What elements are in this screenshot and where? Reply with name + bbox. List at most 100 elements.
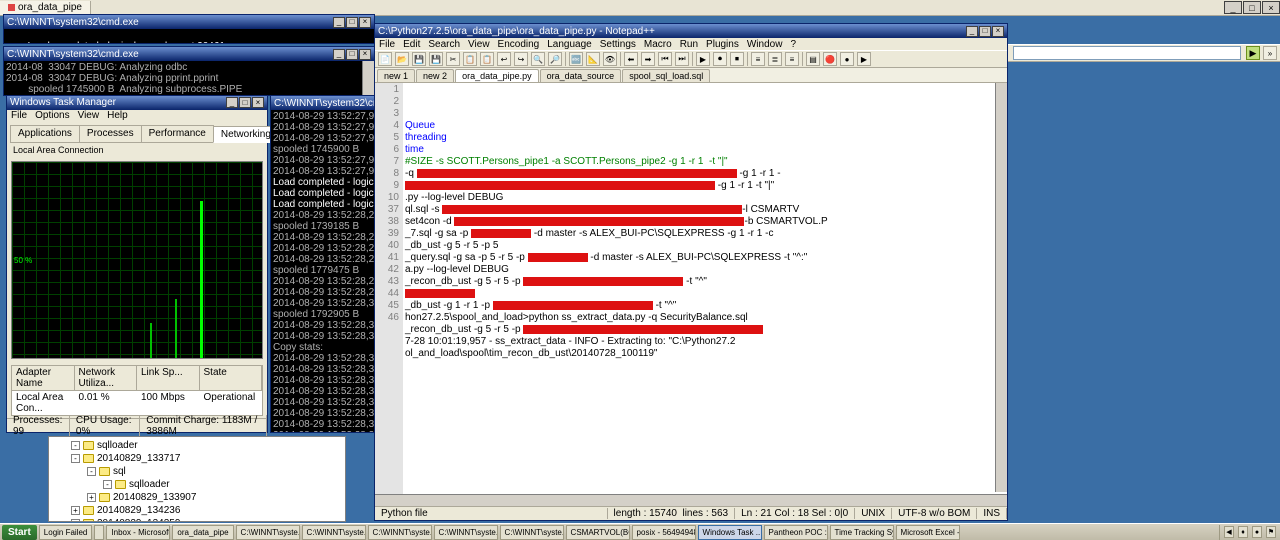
toolbar-button[interactable]: ⏮ [658, 52, 672, 66]
taskbar-button[interactable]: C:\WINNT\syste... [302, 525, 366, 540]
expand-icon[interactable]: + [87, 493, 96, 502]
file-tab[interactable]: ora_data_source [540, 69, 622, 82]
tray-icon[interactable]: ● [1252, 526, 1262, 538]
column-header[interactable]: Link Sp... [137, 366, 200, 390]
code-area[interactable]: Queuethreadingtime#SIZE -s SCOTT.Persons… [405, 119, 1007, 360]
toolbar-button[interactable]: ➡ [641, 52, 655, 66]
menu-item[interactable]: File [11, 110, 27, 121]
menu-item[interactable]: Options [35, 110, 69, 121]
tree-node[interactable]: +20140829_134259 [71, 517, 343, 522]
toolbar-button[interactable]: ⏹ [730, 52, 744, 66]
toolbar-button[interactable]: ↩ [497, 52, 511, 66]
maximize-icon[interactable]: □ [239, 97, 251, 108]
tree-node[interactable]: +20140829_133907 [87, 491, 343, 504]
maximize-icon[interactable]: □ [346, 17, 358, 28]
minimize-icon[interactable]: _ [333, 17, 345, 28]
toolbar-button[interactable]: 📋 [463, 52, 477, 66]
table-row[interactable]: Local Area Con...0.01 %100 MbpsOperation… [12, 391, 262, 415]
toolbar-button[interactable]: ↪ [514, 52, 528, 66]
file-tab[interactable]: new 2 [416, 69, 454, 82]
top-max-icon[interactable]: □ [1243, 1, 1261, 14]
minimize-icon[interactable]: _ [226, 97, 238, 108]
taskbar-button[interactable]: Microsoft Excel - B... [896, 525, 960, 540]
taskbar-button[interactable]: C:\WINNT\syste... [500, 525, 564, 540]
expand-icon[interactable]: - [103, 480, 112, 489]
toolbar-button[interactable]: ≣ [768, 52, 782, 66]
menu-item[interactable]: Macro [644, 39, 672, 50]
system-tray[interactable]: ◀ ♦ ● ⚑ [1219, 525, 1280, 540]
editor-pane[interactable]: 1234567891037383940414243444546 Queuethr… [375, 83, 1007, 506]
tree-node[interactable]: -20140829_133717 [71, 452, 343, 465]
menu-item[interactable]: Help [107, 110, 128, 121]
tab-applications[interactable]: Applications [10, 125, 80, 142]
toolbar-button[interactable]: ≡ [751, 52, 765, 66]
menu-item[interactable]: Settings [600, 39, 636, 50]
menu-item[interactable]: View [468, 39, 490, 50]
top-close-icon[interactable]: × [1262, 1, 1280, 14]
start-button[interactable]: Start [2, 525, 37, 540]
toolbar-button[interactable]: 💾 [412, 52, 426, 66]
menu-item[interactable]: Search [428, 39, 460, 50]
taskbar-button[interactable]: Inbox - Microsoft... [106, 525, 170, 540]
file-tab[interactable]: new 1 [377, 69, 415, 82]
tree-node[interactable]: -sql [87, 465, 343, 478]
tab-performance[interactable]: Performance [141, 125, 214, 142]
menu-item[interactable]: Plugins [706, 39, 739, 50]
maximize-icon[interactable]: □ [346, 49, 358, 60]
toolbar-button[interactable]: ✂ [446, 52, 460, 66]
toolbar-button[interactable]: 🔤 [569, 52, 583, 66]
taskbar-button[interactable]: Pantheon POC :... [764, 525, 828, 540]
taskbar-button[interactable]: Windows Task ... [698, 525, 762, 540]
column-header[interactable]: Network Utiliza... [75, 366, 138, 390]
tree-node[interactable]: -sqlloader [103, 478, 343, 491]
toolbar-button[interactable]: 📋 [480, 52, 494, 66]
tray-icon[interactable]: ⚑ [1266, 526, 1276, 538]
minimize-icon[interactable]: _ [966, 26, 978, 37]
menu-item[interactable]: Encoding [498, 39, 540, 50]
close-icon[interactable]: × [359, 17, 371, 28]
toolbar-button[interactable]: 📐 [586, 52, 600, 66]
taskbar-button[interactable]: C:\WINNT\syste... [236, 525, 300, 540]
menu-item[interactable]: Edit [403, 39, 420, 50]
tree-node[interactable]: +20140829_134236 [71, 504, 343, 517]
app-tab[interactable]: ora_data_pipe [0, 1, 91, 15]
taskbar-button[interactable]: posix - 56494948... [632, 525, 696, 540]
scrollbar[interactable] [362, 61, 374, 95]
toolbar-button[interactable]: ▶ [696, 52, 710, 66]
toolbar-button[interactable]: 📄 [378, 52, 392, 66]
toolbar-button[interactable]: ● [840, 52, 854, 66]
scrollbar-horizontal[interactable] [375, 494, 1007, 506]
close-icon[interactable]: × [252, 97, 264, 108]
tab-networking[interactable]: Networking [213, 126, 279, 143]
menu-item[interactable]: View [78, 110, 100, 121]
close-icon[interactable]: × [992, 26, 1004, 37]
taskbar-button[interactable]: ora_data_pipe [172, 525, 233, 540]
top-min-icon[interactable]: _ [1224, 1, 1242, 14]
menu-item[interactable]: ? [790, 39, 796, 50]
taskbar-button[interactable]: Time Tracking Sy... [830, 525, 894, 540]
menu-item[interactable]: Language [547, 39, 592, 50]
menu-item[interactable]: File [379, 39, 395, 50]
taskbar-button[interactable] [94, 525, 104, 540]
maximize-icon[interactable]: □ [979, 26, 991, 37]
toolbar-button[interactable]: ▶ [857, 52, 871, 66]
expand-icon[interactable]: - [71, 441, 80, 450]
menu-item[interactable]: Run [680, 39, 698, 50]
toolbar-button[interactable]: 📂 [395, 52, 409, 66]
minimize-icon[interactable]: _ [333, 49, 345, 60]
links-button[interactable]: » [1263, 46, 1277, 60]
tree-node[interactable]: -sqlloader [71, 439, 343, 452]
expand-icon[interactable]: - [71, 454, 80, 463]
taskbar-button[interactable]: Login Failed [39, 525, 93, 540]
toolbar-button[interactable]: 👁 [603, 52, 617, 66]
taskbar-button[interactable]: C:\WINNT\syste... [368, 525, 432, 540]
tray-icon[interactable]: ◀ [1224, 526, 1234, 538]
folder-tree[interactable]: -sqlloader-20140829_133717-sql-sqlloader… [48, 436, 346, 522]
toolbar-button[interactable]: 🔴 [823, 52, 837, 66]
toolbar-button[interactable]: 💾 [429, 52, 443, 66]
menu-item[interactable]: Window [747, 39, 783, 50]
address-bar[interactable] [1013, 46, 1241, 60]
taskbar-button[interactable]: C:\WINNT\syste... [434, 525, 498, 540]
toolbar-button[interactable]: 🔍 [531, 52, 545, 66]
toolbar-button[interactable]: 🔎 [548, 52, 562, 66]
